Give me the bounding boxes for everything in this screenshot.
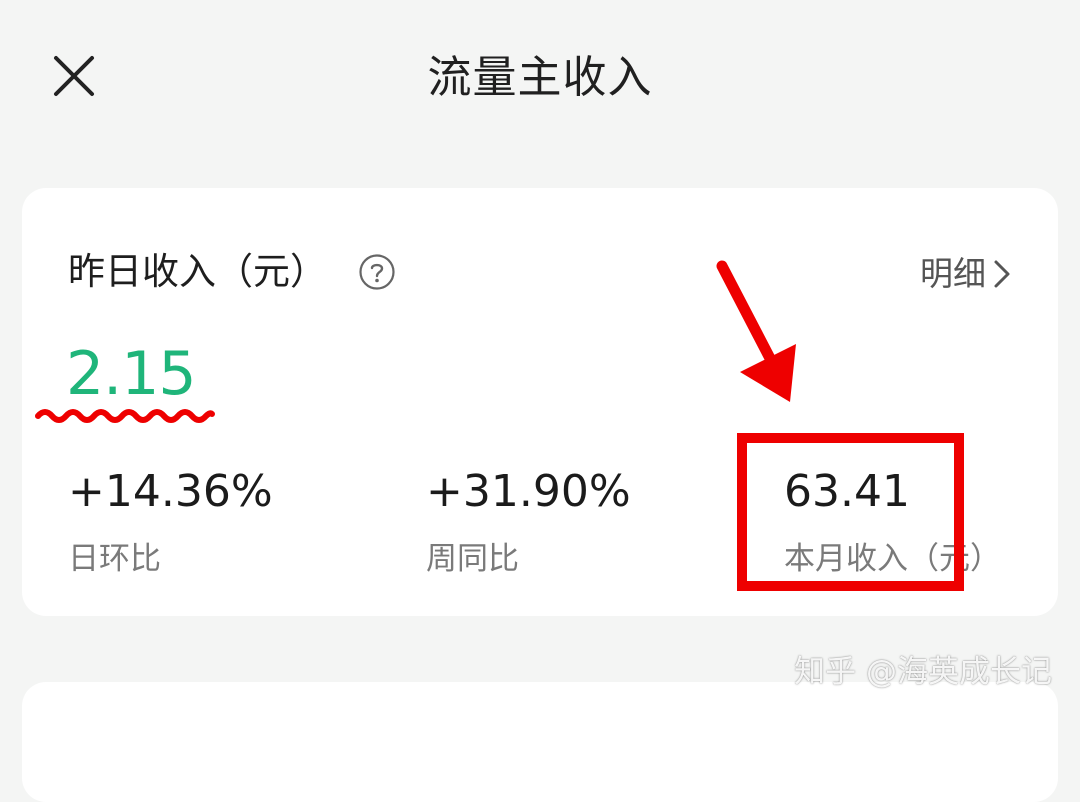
week-over-week-value: +31.90% (426, 466, 631, 517)
watermark: 知乎 @海英成长记 (794, 654, 1052, 690)
monthly-income-value: 63.41 (784, 466, 910, 517)
detail-label: 明细 (920, 254, 986, 293)
monthly-income-label: 本月收入（元） (784, 541, 1001, 577)
day-over-day-value: +14.36% (68, 466, 273, 517)
page-title: 流量主收入 (427, 52, 653, 103)
day-over-day-label: 日环比 (68, 541, 161, 577)
detail-link[interactable]: 明细 (920, 250, 1012, 298)
chevron-right-icon (994, 260, 1010, 288)
week-over-week-label: 周同比 (426, 541, 519, 577)
yesterday-income-value: 2.15 (66, 339, 197, 409)
income-card: 昨日收入（元） 明细 2.15 +14.36% 日环比 +31.90% 周同比 … (22, 188, 1058, 616)
yesterday-income-label: 昨日收入（元） (68, 250, 327, 293)
question-circle-icon[interactable] (358, 253, 396, 291)
secondary-card (22, 682, 1058, 802)
